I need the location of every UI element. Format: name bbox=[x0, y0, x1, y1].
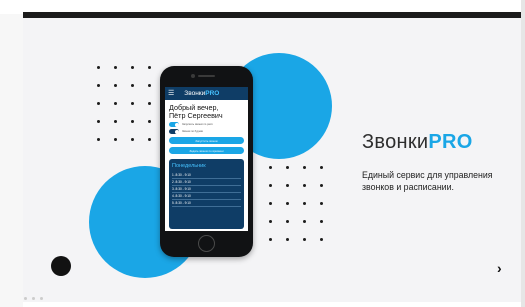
toggle-switch-2[interactable] bbox=[169, 129, 179, 134]
right-margin bbox=[521, 0, 525, 307]
start-call-button[interactable]: Запустить звонок bbox=[169, 137, 244, 144]
toggle-row-1: Запускать звонки по расп. bbox=[165, 120, 248, 127]
black-dot bbox=[51, 256, 71, 276]
phone-screen: ☰ ЗвонкиPRO Добрый вечер, Пётр Сергеевич… bbox=[165, 87, 248, 231]
app-header: ☰ ЗвонкиPRO bbox=[165, 87, 248, 100]
schedule-call-button[interactable]: Задать звонок по времени bbox=[169, 147, 244, 154]
toggle-label-1: Запускать звонки по расп. bbox=[182, 123, 214, 126]
app-brand-main: Звонки bbox=[184, 90, 206, 97]
greeting-line2: Пётр Сергеевич bbox=[169, 111, 223, 120]
schedule-item[interactable]: 4. 8:30 - 9:10 bbox=[172, 193, 241, 200]
slide-indicators bbox=[24, 297, 43, 300]
left-margin bbox=[0, 0, 23, 307]
presentation-slide: ☰ ЗвонкиPRO Добрый вечер, Пётр Сергеевич… bbox=[23, 18, 521, 302]
schedule-day: Понедельник bbox=[172, 163, 206, 169]
menu-icon[interactable]: ☰ bbox=[168, 90, 174, 97]
slide-indicator[interactable] bbox=[40, 297, 43, 300]
schedule-panel: Понедельник 1. 8:30 - 9:10 2. 8:30 - 9:1… bbox=[169, 159, 244, 229]
toggle-row-2: Звонки по будням bbox=[165, 127, 248, 134]
page: ☰ ЗвонкиPRO Добрый вечер, Пётр Сергеевич… bbox=[0, 0, 525, 307]
schedule-item[interactable]: 2. 8:30 - 9:10 bbox=[172, 179, 241, 186]
schedule-item[interactable]: 1. 8:30 - 9:10 bbox=[172, 172, 241, 179]
toggle-label-2: Звонки по будням bbox=[182, 130, 204, 133]
dot-pattern-left bbox=[97, 66, 151, 141]
phone-camera bbox=[191, 74, 195, 78]
phone-speaker bbox=[198, 75, 215, 77]
tagline: Единый сервис для управления звонков и р… bbox=[362, 170, 493, 192]
dot-pattern-right bbox=[269, 166, 323, 241]
schedule-item[interactable]: 3. 8:30 - 9:10 bbox=[172, 186, 241, 193]
phone-mockup: ☰ ЗвонкиPRO Добрый вечер, Пётр Сергеевич… bbox=[160, 66, 253, 257]
phone-home-button bbox=[198, 235, 215, 252]
next-slide-arrow-icon[interactable]: › bbox=[497, 261, 511, 275]
toggle-switch-1[interactable] bbox=[169, 122, 179, 127]
app-brand-accent: PRO bbox=[205, 90, 220, 97]
logo-accent: PRO bbox=[428, 131, 473, 153]
logo-main: Звонки bbox=[362, 131, 429, 153]
brand-logo: ЗвонкиPRO bbox=[362, 131, 473, 154]
app-brand: ЗвонкиPRO bbox=[184, 90, 219, 97]
slide-indicator[interactable] bbox=[32, 297, 35, 300]
schedule-item[interactable]: 5. 8:30 - 9:10 bbox=[172, 200, 241, 207]
greeting: Добрый вечер, Пётр Сергеевич bbox=[165, 100, 248, 120]
slide-indicator[interactable] bbox=[24, 297, 27, 300]
